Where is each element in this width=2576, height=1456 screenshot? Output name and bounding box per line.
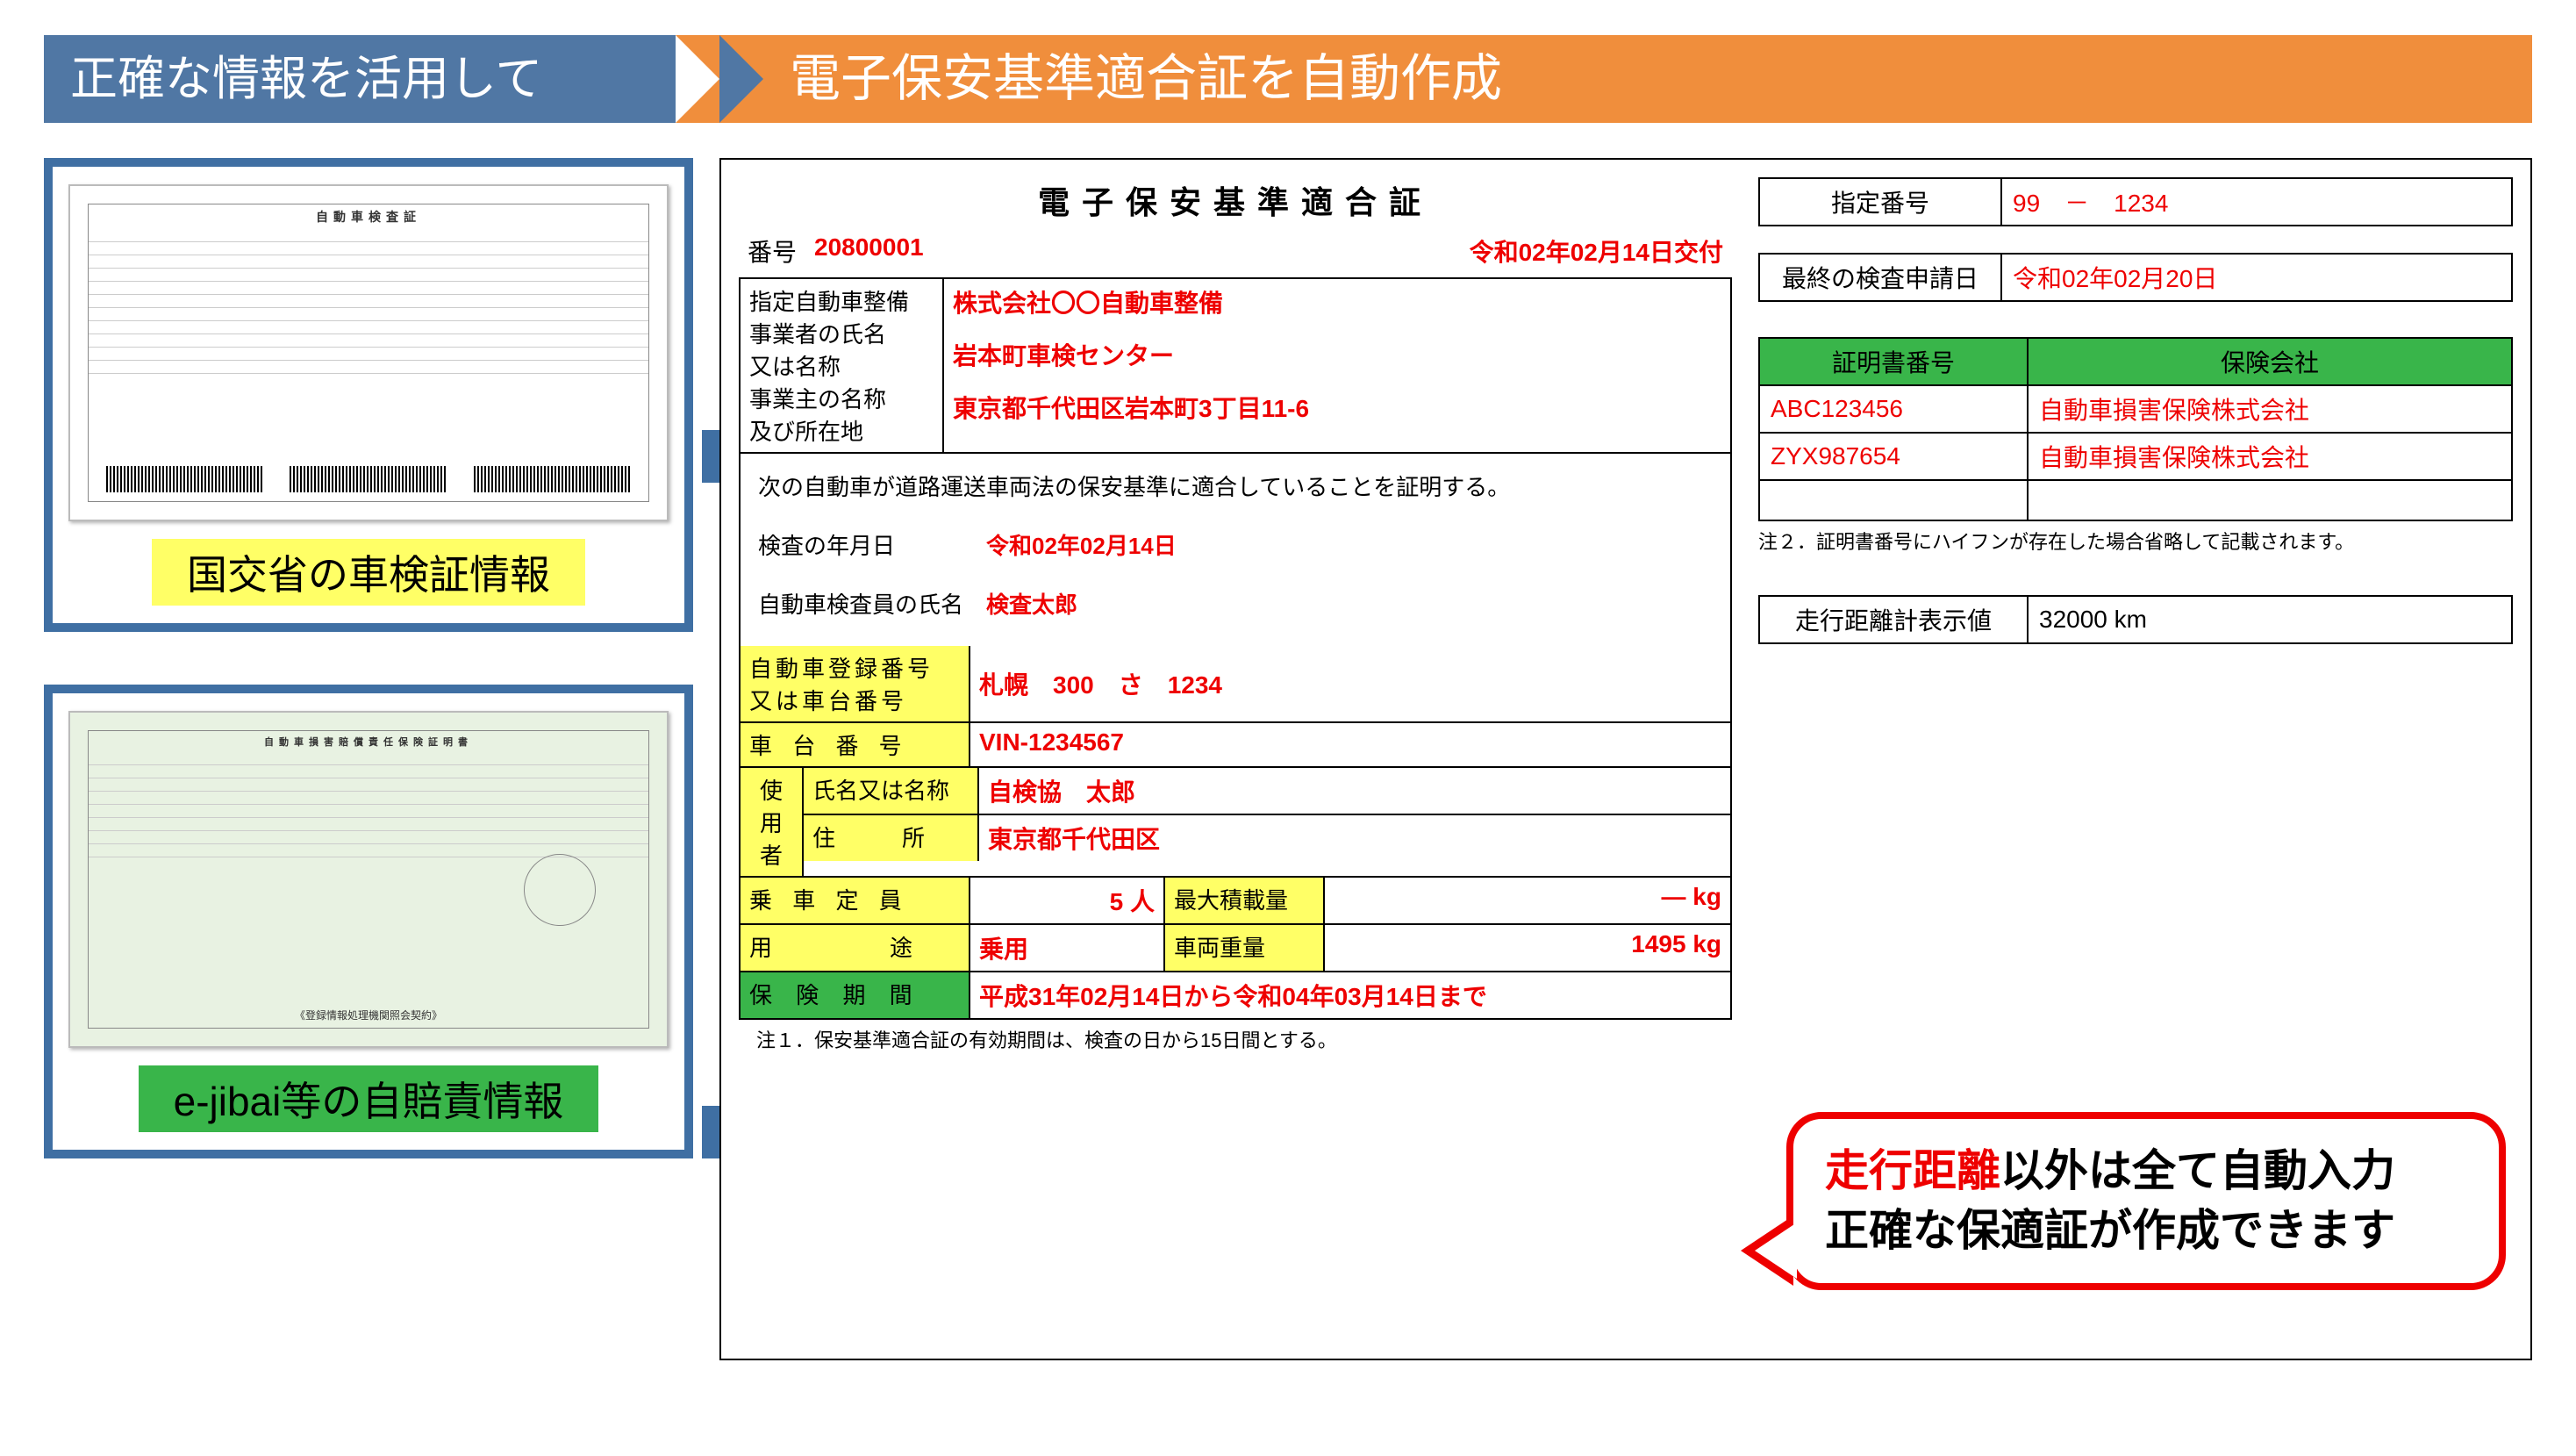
ins-th-co: 保険会社 [2028, 338, 2512, 385]
ins-row-no: ABC123456 [1759, 385, 2028, 433]
last-label: 最終の検査申請日 [1759, 254, 2001, 301]
last-apply-box: 最終の検査申請日 令和02年02月20日 [1758, 253, 2513, 302]
shakensho-image: 自動車検査証 [68, 184, 669, 521]
use-value: 乗用 [970, 925, 1165, 971]
user-name-value: 自検協 太郎 [979, 768, 1730, 814]
user-addr-value: 東京都千代田区 [979, 815, 1730, 861]
biz-name1: 株式会社〇〇自動車整備 [953, 284, 1721, 319]
ins-row-co: 自動車損害保険株式会社 [2028, 385, 2512, 433]
insp-date-label: 検査の年月日 [758, 528, 986, 561]
user-name-label: 氏名又は名称 [804, 768, 979, 814]
biz-addr: 東京都千代田区岩本町3丁目11-6 [953, 390, 1721, 425]
cert-note2: 注２．証明書番号にハイフンが存在した場合省略して記載されます。 [1758, 521, 2513, 560]
jibai-image: 自動車損害賠償責任保険証明書 《登録情報処理機関照会契約》 [68, 711, 669, 1048]
ins-th-no: 証明書番号 [1759, 338, 2028, 385]
insurance-table: 証明書番号 保険会社 ABC123456 自動車損害保険株式会社 ZYX9876… [1758, 337, 2513, 521]
source-cards: 自動車検査証 国交省の車検証情報 自動車損害賠償責任保険証明書 [44, 158, 693, 1360]
user-addr-label: 住 所 [804, 815, 979, 861]
cert-statement: 次の自動車が道路運送車両法の保安基準に適合していることを証明する。 [758, 470, 1713, 502]
reg-value: 札幌 300 さ 1234 [970, 646, 1730, 721]
cert-note1: 注１．保安基準適合証の有効期間は、検査の日から15日間とする。 [739, 1020, 1732, 1058]
maxload-value: — kg [1325, 878, 1730, 923]
cert-no-value: 20800001 [814, 233, 924, 269]
capacity-value: 5 人 [970, 878, 1165, 923]
capacity-label: 乗 車 定 員 [741, 878, 970, 923]
odo-label: 走行距離計表示値 [1759, 596, 2028, 643]
last-value: 令和02年02月20日 [2001, 254, 2512, 301]
inspector-value: 検査太郎 [986, 587, 1077, 620]
inspector-label: 自動車検査員の氏名 [758, 587, 986, 620]
insurance-period-value: 平成31年02月14日から令和04年03月14日まで [970, 972, 1730, 1018]
cert-no-label: 番号 [748, 233, 797, 269]
ins-row-co: 自動車損害保険株式会社 [2028, 433, 2512, 480]
bubble-text2: 正確な保適証が作成できます [1825, 1206, 2395, 1255]
shakensho-mini-title: 自動車検査証 [89, 204, 648, 229]
insp-date-value: 令和02年02月14日 [986, 528, 1177, 561]
weight-value: 1495 kg [1325, 925, 1730, 971]
use-label: 用 途 [741, 925, 970, 971]
vin-value: VIN-1234567 [970, 723, 1730, 766]
user-label: 使 用 者 [741, 768, 804, 876]
card-jibai-caption: e-jibai等の自賠責情報 [139, 1065, 599, 1132]
odometer-box: 走行距離計表示値 32000 km [1758, 595, 2513, 644]
card-shakensho-caption: 国交省の車検証情報 [152, 539, 585, 606]
maxload-label: 最大積載量 [1165, 878, 1325, 923]
jibai-mini-title: 自動車損害賠償責任保険証明書 [89, 731, 648, 752]
jibai-mini-foot: 《登録情報処理機関照会契約》 [89, 1008, 648, 1022]
vin-label: 車 台 番 号 [741, 723, 970, 766]
card-shakensho: 自動車検査証 国交省の車検証情報 [44, 158, 693, 632]
header-left: 正確な情報を活用して [44, 35, 719, 123]
odo-value: 32000 km [2028, 596, 2512, 643]
cert-issue-date: 令和02年02月14日交付 [1470, 233, 1723, 269]
header-banner: 正確な情報を活用して 電子保安基準適合証を自動作成 [44, 35, 2532, 123]
insurance-period-label: 保 険 期 間 [741, 972, 970, 1018]
header-right: 電子保安基準適合証を自動作成 [676, 35, 2532, 123]
desig-label: 指定番号 [1759, 178, 2001, 226]
designated-no-box: 指定番号 99 － 1234 [1758, 177, 2513, 226]
card-jibai: 自動車損害賠償責任保険証明書 《登録情報処理機関照会契約》 e-jibai等の自… [44, 685, 693, 1158]
ins-row-no: ZYX987654 [1759, 433, 2028, 480]
callout-bubble: 走行距離以外は全て自動入力 正確な保適証が作成できます [1786, 1112, 2506, 1290]
weight-label: 車両重量 [1165, 925, 1325, 971]
biz-name2: 岩本町車検センター [953, 337, 1721, 372]
reg-label: 自動車登録番号 又は車台番号 [741, 646, 970, 721]
bubble-em: 走行距離 [1825, 1146, 2000, 1195]
desig-value: 99 － 1234 [2001, 178, 2512, 226]
biz-label: 指定自動車整備 事業者の氏名 又は名称 事業主の名称 及び所在地 [741, 279, 944, 452]
cert-title: 電子保安基準適合証 [739, 177, 1732, 223]
bubble-text1: 以外は全て自動入力 [2000, 1146, 2395, 1195]
